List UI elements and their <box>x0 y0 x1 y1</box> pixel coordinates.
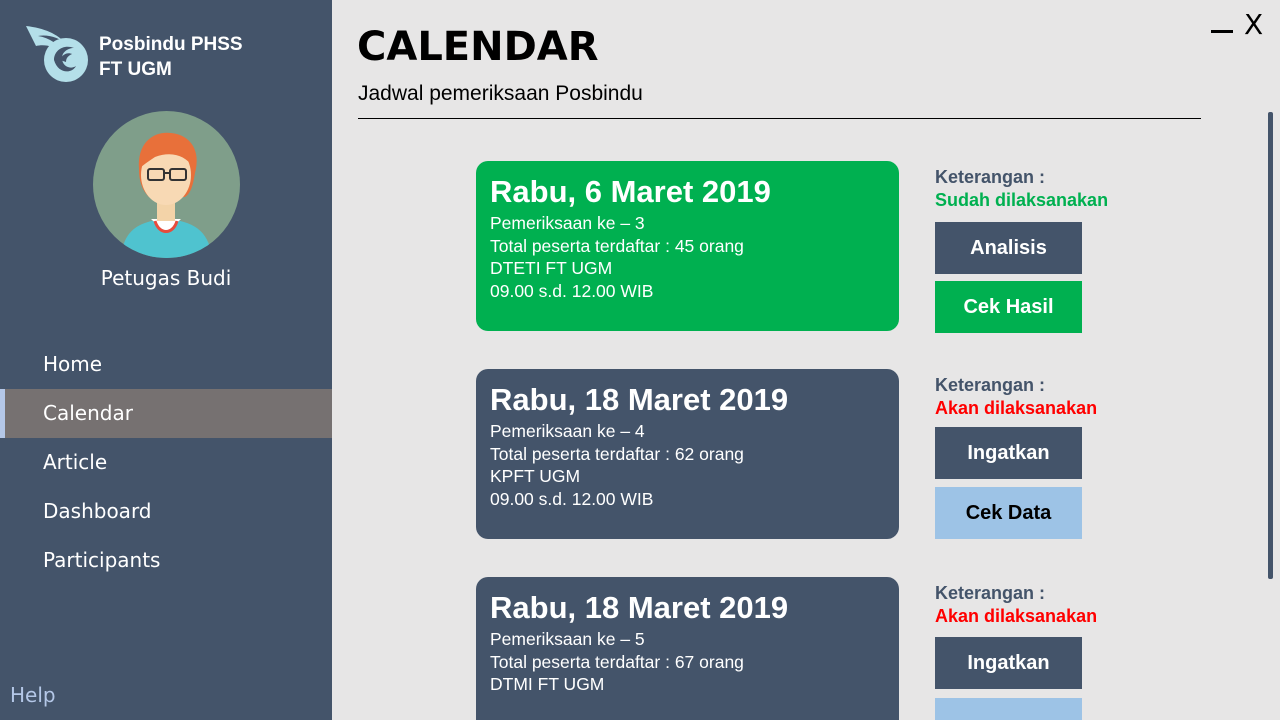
vertical-scrollbar[interactable] <box>1268 112 1273 579</box>
user-avatar-icon <box>121 132 212 258</box>
event-participants: Total peserta terdaftar : 62 orang <box>490 443 744 464</box>
app-title: Posbindu PHSS FT UGM <box>99 32 243 82</box>
cek-data-button-partial[interactable] <box>935 698 1082 720</box>
status-badge: Sudah dilaksanakan <box>935 190 1109 210</box>
cek-data-button[interactable]: Cek Data <box>935 487 1082 539</box>
event-date: Rabu, 18 Maret 2019 <box>490 382 789 417</box>
status-badge: Akan dilaksanakan <box>935 606 1098 626</box>
event-card[interactable]: Rabu, 18 Maret 2019 Pemeriksaan ke – 4 T… <box>476 369 899 539</box>
status-label: Keterangan : <box>935 375 1046 395</box>
sidebar-item-dashboard[interactable]: Dashboard <box>0 487 332 536</box>
app-title-line2: FT UGM <box>99 59 172 80</box>
event-location: DTMI FT UGM <box>490 674 605 694</box>
event-card[interactable]: Rabu, 6 Maret 2019 Pemeriksaan ke – 3 To… <box>476 161 899 331</box>
event-participants: Total peserta terdaftar : 45 orang <box>490 235 744 256</box>
sidebar: Posbindu PHSS FT UGM Petugas Budi Home C… <box>0 0 332 720</box>
ingatkan-button[interactable]: Ingatkan <box>935 637 1082 689</box>
app-title-line1: Posbindu PHSS <box>99 34 243 55</box>
status-badge: Akan dilaksanakan <box>935 398 1098 418</box>
sidebar-item-participants[interactable]: Participants <box>0 536 332 585</box>
analisis-button[interactable]: Analisis <box>935 222 1082 274</box>
page-title: CALENDAR <box>357 24 599 70</box>
event-location: DTETI FT UGM <box>490 258 613 278</box>
event-location: KPFT UGM <box>490 466 581 486</box>
minimize-icon[interactable] <box>1211 30 1233 33</box>
event-date: Rabu, 18 Maret 2019 <box>490 590 789 625</box>
sidebar-item-home[interactable]: Home <box>0 340 332 389</box>
sidebar-nav: Home Calendar Article Dashboard Particip… <box>0 340 332 585</box>
event-time: 09.00 s.d. 12.00 WIB <box>490 488 654 509</box>
page-subtitle: Jadwal pemeriksaan Posbindu <box>358 82 643 105</box>
event-date: Rabu, 6 Maret 2019 <box>490 174 771 209</box>
close-icon[interactable]: X <box>1244 10 1263 40</box>
cek-hasil-button[interactable]: Cek Hasil <box>935 281 1082 333</box>
user-name: Petugas Budi <box>100 266 232 290</box>
event-session: Pemeriksaan ke – 5 <box>490 629 645 649</box>
status-label: Keterangan : <box>935 167 1046 187</box>
sidebar-item-calendar[interactable]: Calendar <box>0 389 332 438</box>
event-time: 09.00 s.d. 12.00 WIB <box>490 280 654 301</box>
status-label: Keterangan : <box>935 583 1046 603</box>
event-session: Pemeriksaan ke – 3 <box>490 213 645 233</box>
event-card[interactable]: Rabu, 18 Maret 2019 Pemeriksaan ke – 5 T… <box>476 577 899 720</box>
header-divider <box>358 118 1201 119</box>
event-session: Pemeriksaan ke – 4 <box>490 421 645 441</box>
event-participants: Total peserta terdaftar : 67 orang <box>490 651 744 672</box>
ingatkan-button[interactable]: Ingatkan <box>935 427 1082 479</box>
help-link[interactable]: Help <box>10 683 56 707</box>
avatar <box>93 111 240 258</box>
sidebar-item-article[interactable]: Article <box>0 438 332 487</box>
posbindu-logo-icon <box>26 26 88 82</box>
